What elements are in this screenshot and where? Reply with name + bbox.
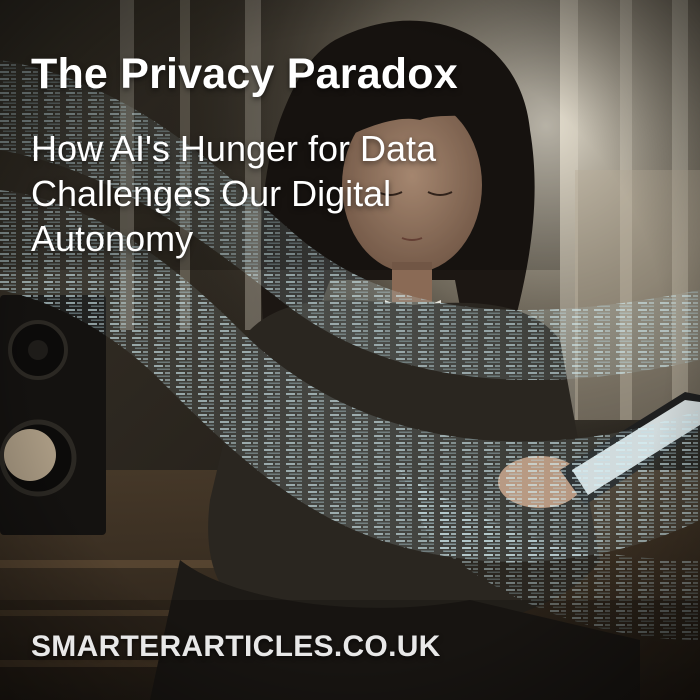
- page-title: The Privacy Paradox: [31, 50, 458, 98]
- site-url: SMARTERARTICLES.CO.UK: [31, 630, 441, 663]
- page-subtitle: How AI's Hunger for Data Challenges Our …: [31, 128, 437, 259]
- article-cover: The Privacy Paradox How AI's Hunger for …: [0, 0, 700, 700]
- cover-photo: [0, 0, 700, 700]
